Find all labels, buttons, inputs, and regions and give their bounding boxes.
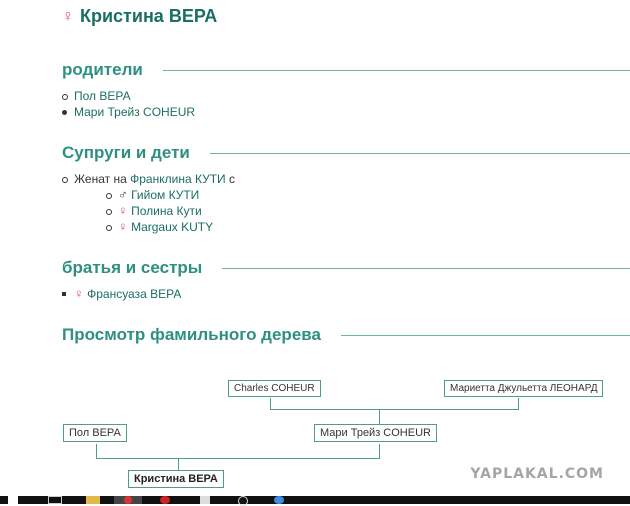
list-item: ♀ Франсуаза ВЕРА [62, 286, 181, 302]
search-icon[interactable] [238, 496, 248, 506]
spouses-list: Женат на Франклина КУТИ с [62, 171, 235, 187]
section-divider [209, 152, 630, 154]
list-item: Пол ВЕРА [62, 88, 195, 104]
app-icon[interactable] [274, 496, 284, 504]
section-tree-header: Просмотр фамильного дерева [62, 325, 630, 345]
section-title: Супруги и дети [62, 143, 190, 162]
spouse-link[interactable]: Франклина КУТИ [130, 172, 226, 186]
watermark: YAPLAKAL.COM [470, 466, 604, 482]
female-icon: ♀ [62, 7, 74, 25]
child-link[interactable]: Margaux KUTY [131, 220, 213, 234]
list-item: ♀ Margaux KUTY [106, 219, 213, 235]
married-prefix: Женат на [74, 172, 127, 186]
siblings-list: ♀ Франсуаза ВЕРА [62, 286, 181, 302]
parents-list: Пол ВЕРА Мари Трейз COHEUR [62, 88, 195, 120]
list-item: Мари Трейз COHEUR [62, 104, 195, 120]
section-spouses-header: Супруги и дети [62, 143, 630, 163]
child-link[interactable]: Гийом КУТИ [131, 188, 199, 202]
section-divider [162, 69, 630, 71]
parent-link[interactable]: Мари Трейз COHEUR [74, 105, 195, 119]
tree-connector [270, 398, 271, 409]
parent-link[interactable]: Пол ВЕРА [74, 89, 131, 103]
section-title: братья и сестры [62, 258, 203, 277]
opera-icon[interactable] [160, 496, 170, 504]
task-view-icon[interactable] [48, 496, 62, 504]
tree-connector [270, 409, 519, 410]
tree-node-grandmother[interactable]: Мариетта Джульетта ЛЕОНАРД [444, 380, 604, 397]
list-item: ♀ Полина Кути [106, 203, 213, 219]
list-item: ♂ Гийом КУТИ [106, 187, 213, 203]
section-siblings-header: братья и сестры [62, 258, 630, 278]
person-header: ♀ Кристина ВЕРА [62, 6, 217, 27]
tree-connector [178, 458, 179, 470]
section-divider [340, 334, 630, 336]
browser-icon[interactable] [124, 496, 132, 504]
tree-connector [379, 444, 380, 458]
windows-start-icon[interactable] [8, 496, 18, 504]
child-link[interactable]: Полина Кути [131, 204, 202, 218]
sibling-link[interactable]: Франсуаза ВЕРА [87, 287, 181, 301]
male-icon: ♂ [118, 187, 128, 202]
tree-connector [379, 409, 380, 424]
tree-connector [96, 444, 97, 458]
tree-node-mother[interactable]: Мари Трейз COHEUR [314, 424, 437, 442]
page-title: Кристина ВЕРА [80, 6, 218, 26]
app-icon[interactable] [200, 496, 210, 504]
children-list: ♂ Гийом КУТИ ♀ Полина Кути ♀ Margaux KUT… [106, 187, 213, 235]
section-divider [222, 267, 630, 269]
section-title: родители [62, 60, 143, 79]
female-icon: ♀ [74, 286, 84, 301]
folder-icon[interactable] [86, 496, 100, 504]
section-parents-header: родители [62, 60, 630, 80]
taskbar [0, 496, 630, 506]
married-suffix: с [229, 172, 235, 186]
tree-connector [518, 398, 519, 409]
list-item: Женат на Франклина КУТИ с [62, 171, 235, 187]
tree-connector [96, 458, 380, 459]
tree-node-self[interactable]: Кристина ВЕРА [128, 470, 224, 488]
female-icon: ♀ [118, 219, 128, 234]
tree-node-grandfather[interactable]: Charles COHEUR [228, 380, 321, 397]
section-title: Просмотр фамильного дерева [62, 325, 321, 344]
tree-node-father[interactable]: Пол ВЕРА [63, 424, 127, 442]
female-icon: ♀ [118, 203, 128, 218]
